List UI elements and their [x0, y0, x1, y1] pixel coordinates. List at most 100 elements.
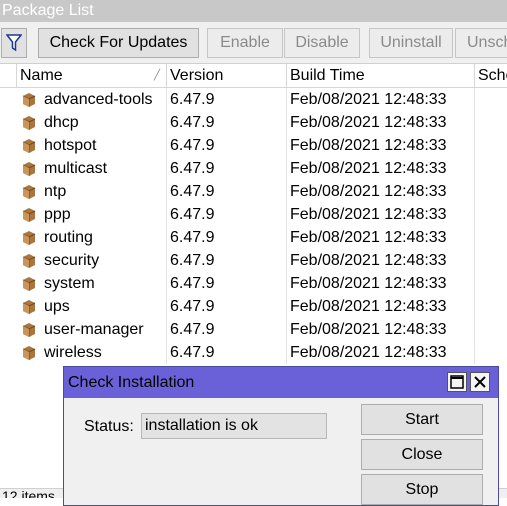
package-icon	[22, 185, 36, 199]
table-row[interactable]: hotspot 6.47.9 Feb/08/2021 12:48:33	[0, 134, 507, 157]
column-header-version[interactable]: Version	[167, 64, 287, 88]
version-cell: 6.47.9	[167, 111, 287, 134]
scheduled-cell	[475, 341, 507, 364]
package-name: advanced-tools	[44, 91, 153, 108]
scheduled-cell	[475, 203, 507, 226]
scheduled-cell	[475, 226, 507, 249]
package-name: ntp	[44, 183, 67, 200]
package-icon	[22, 93, 36, 107]
build-time-cell: Feb/08/2021 12:48:33	[287, 226, 475, 249]
dialog-title-bar[interactable]: Check Installation	[64, 367, 498, 398]
column-header-scheduled[interactable]: Sche	[475, 64, 507, 88]
table-row[interactable]: ppp 6.47.9 Feb/08/2021 12:48:33	[0, 203, 507, 226]
version-cell: 6.47.9	[167, 88, 287, 111]
close-icon	[474, 376, 486, 388]
window-title: Package List	[0, 0, 507, 22]
package-name: ppp	[44, 206, 71, 223]
table-header: Name ╱ Version Build Time Sche	[0, 64, 507, 88]
scheduled-cell	[475, 157, 507, 180]
package-name: ups	[44, 298, 70, 315]
item-count: 12 items	[2, 488, 55, 498]
package-icon	[22, 300, 36, 314]
name-cell: hotspot	[0, 134, 167, 157]
name-cell: ups	[0, 295, 167, 318]
scheduled-cell	[475, 295, 507, 318]
package-name: security	[44, 252, 100, 269]
name-cell: multicast	[0, 157, 167, 180]
table-row[interactable]: system 6.47.9 Feb/08/2021 12:48:33	[0, 272, 507, 295]
package-name: wireless	[44, 344, 102, 361]
toolbar: Check For Updates Enable Disable Uninsta…	[0, 22, 507, 64]
check-installation-dialog: Check Installation Status: installation …	[63, 366, 499, 506]
package-icon	[22, 277, 36, 291]
enable-button[interactable]: Enable	[207, 28, 283, 58]
disable-button[interactable]: Disable	[284, 28, 360, 58]
package-icon	[22, 346, 36, 360]
build-time-cell: Feb/08/2021 12:48:33	[287, 157, 475, 180]
build-time-cell: Feb/08/2021 12:48:33	[287, 272, 475, 295]
column-header-name[interactable]: Name ╱	[17, 64, 167, 88]
close-button[interactable]: Close	[361, 439, 483, 470]
package-icon	[22, 162, 36, 176]
build-time-cell: Feb/08/2021 12:48:33	[287, 203, 475, 226]
name-cell: user-manager	[0, 318, 167, 341]
column-header-name-label: Name	[20, 67, 63, 84]
uninstall-button[interactable]: Uninstall	[369, 28, 453, 58]
scheduled-cell	[475, 272, 507, 295]
scheduled-cell	[475, 111, 507, 134]
status-field: installation is ok	[141, 413, 327, 439]
filter-button[interactable]	[1, 28, 27, 58]
name-cell: system	[0, 272, 167, 295]
build-time-cell: Feb/08/2021 12:48:33	[287, 341, 475, 364]
table-row[interactable]: security 6.47.9 Feb/08/2021 12:48:33	[0, 249, 507, 272]
dialog-title: Check Installation	[68, 374, 195, 391]
stop-button[interactable]: Stop	[361, 474, 483, 505]
version-cell: 6.47.9	[167, 203, 287, 226]
package-name: dhcp	[44, 114, 79, 131]
package-name: routing	[44, 229, 93, 246]
name-cell: dhcp	[0, 111, 167, 134]
table-row[interactable]: user-manager 6.47.9 Feb/08/2021 12:48:33	[0, 318, 507, 341]
package-icon	[22, 208, 36, 222]
column-header-build-time[interactable]: Build Time	[287, 64, 475, 88]
table-row[interactable]: ups 6.47.9 Feb/08/2021 12:48:33	[0, 295, 507, 318]
name-cell: routing	[0, 226, 167, 249]
table-row[interactable]: ntp 6.47.9 Feb/08/2021 12:48:33	[0, 180, 507, 203]
maximize-icon	[450, 375, 464, 389]
package-icon	[22, 323, 36, 337]
version-cell: 6.47.9	[167, 134, 287, 157]
scheduled-cell	[475, 180, 507, 203]
table-row[interactable]: advanced-tools 6.47.9 Feb/08/2021 12:48:33	[0, 88, 507, 111]
name-cell: ppp	[0, 203, 167, 226]
build-time-cell: Feb/08/2021 12:48:33	[287, 249, 475, 272]
build-time-cell: Feb/08/2021 12:48:33	[287, 111, 475, 134]
package-icon	[22, 231, 36, 245]
scheduled-cell	[475, 249, 507, 272]
version-cell: 6.47.9	[167, 272, 287, 295]
start-button[interactable]: Start	[361, 404, 483, 435]
table-row[interactable]: wireless 6.47.9 Feb/08/2021 12:48:33	[0, 341, 507, 364]
scheduled-cell	[475, 134, 507, 157]
filter-icon	[6, 34, 22, 52]
scheduled-cell	[475, 88, 507, 111]
check-for-updates-button[interactable]: Check For Updates	[38, 28, 199, 58]
version-cell: 6.47.9	[167, 295, 287, 318]
status-label: Status:	[84, 418, 134, 435]
name-cell: wireless	[0, 341, 167, 364]
version-cell: 6.47.9	[167, 341, 287, 364]
package-icon	[22, 254, 36, 268]
version-cell: 6.47.9	[167, 226, 287, 249]
table-row[interactable]: multicast 6.47.9 Feb/08/2021 12:48:33	[0, 157, 507, 180]
build-time-cell: Feb/08/2021 12:48:33	[287, 88, 475, 111]
package-table-body: advanced-tools 6.47.9 Feb/08/2021 12:48:33…	[0, 88, 507, 364]
table-row[interactable]: dhcp 6.47.9 Feb/08/2021 12:48:33	[0, 111, 507, 134]
unschedule-button[interactable]: Unsch	[455, 28, 507, 58]
table-row[interactable]: routing 6.47.9 Feb/08/2021 12:48:33	[0, 226, 507, 249]
package-name: hotspot	[44, 137, 97, 154]
sort-arrow-icon: ╱	[153, 70, 160, 81]
build-time-cell: Feb/08/2021 12:48:33	[287, 180, 475, 203]
package-icon	[22, 116, 36, 130]
maximize-button[interactable]	[447, 372, 467, 392]
name-cell: security	[0, 249, 167, 272]
close-window-button[interactable]	[470, 372, 490, 392]
